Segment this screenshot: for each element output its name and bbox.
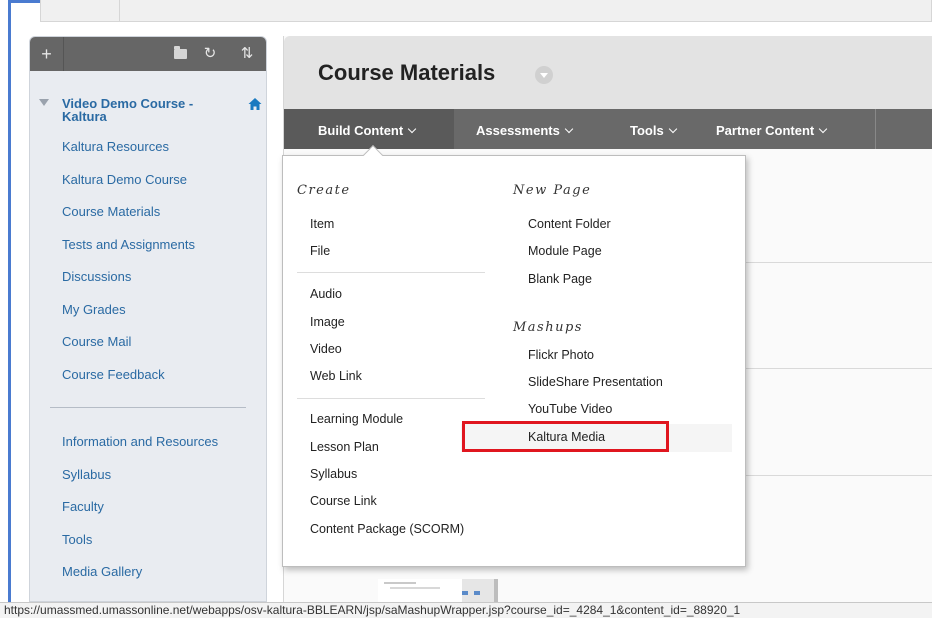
assessments-label: Assessments [476, 123, 560, 138]
build-content-label: Build Content [318, 123, 404, 138]
partner-content-button[interactable]: Partner Content [716, 109, 828, 149]
sidebar-item-tools[interactable]: Tools [30, 524, 266, 557]
window-frame-left [8, 0, 11, 602]
sidebar-item-course-materials[interactable]: Course Materials [30, 196, 266, 229]
course-header: Video Demo Course - Kaltura [30, 71, 266, 131]
sidebar-item-course-feedback[interactable]: Course Feedback [30, 359, 266, 392]
sidebar-item-media-gallery[interactable]: Media Gallery [30, 556, 266, 589]
menu-item-lesson-plan[interactable]: Lesson Plan [310, 440, 379, 454]
create-heading: Create [297, 183, 351, 198]
course-menu-toolbar: + ↻ ⇅ [30, 37, 266, 71]
sidebar-item-discussions[interactable]: Discussions [30, 261, 266, 294]
menu-item-module-page[interactable]: Module Page [528, 244, 602, 258]
action-bar: Build Content Assessments Tools Partner … [284, 109, 932, 149]
sidebar-item-my-grades[interactable]: My Grades [30, 294, 266, 327]
sidebar-item-syllabus[interactable]: Syllabus [30, 459, 266, 492]
chevron-down-icon [407, 124, 417, 134]
build-content-menu: Create Item File Audio Image Video Web L… [282, 145, 746, 567]
chevron-down-icon [818, 124, 828, 134]
action-bar-divider [875, 109, 876, 149]
course-menu-list: Kaltura Resources Kaltura Demo Course Co… [30, 131, 266, 391]
page-header: Course Materials [284, 36, 932, 109]
menu-item-file[interactable]: File [310, 244, 330, 258]
refresh-icon[interactable]: ↻ [198, 37, 222, 71]
sidebar-item-kaltura-demo-course[interactable]: Kaltura Demo Course [30, 164, 266, 197]
assessments-button[interactable]: Assessments [476, 109, 574, 149]
course-menu: + ↻ ⇅ Video Demo Course - Kaltura Kaltur… [29, 36, 267, 602]
menu-item-content-folder[interactable]: Content Folder [528, 217, 611, 231]
chevron-down-icon [668, 124, 677, 134]
menu-item-youtube-video[interactable]: YouTube Video [528, 402, 612, 416]
course-menu-list-secondary: Information and Resources Syllabus Facul… [30, 426, 266, 589]
sidebar-item-kaltura-resources[interactable]: Kaltura Resources [30, 131, 266, 164]
home-icon[interactable] [248, 97, 262, 111]
collapse-arrow-icon[interactable] [39, 99, 49, 106]
sort-icon[interactable]: ⇅ [235, 37, 259, 71]
highlight-box [462, 421, 669, 452]
menu-item-audio[interactable]: Audio [310, 287, 342, 301]
menu-item-content-package[interactable]: Content Package (SCORM) [310, 522, 464, 536]
menu-item-syllabus[interactable]: Syllabus [310, 467, 357, 481]
menu-item-flickr-photo[interactable]: Flickr Photo [528, 348, 594, 362]
build-content-button[interactable]: Build Content [284, 109, 454, 149]
top-bar [40, 0, 932, 22]
menu-item-item[interactable]: Item [310, 217, 334, 231]
menu-item-blank-page[interactable]: Blank Page [528, 272, 592, 286]
chevron-down-icon[interactable] [535, 66, 553, 84]
thumbnail-preview [378, 579, 498, 602]
sidebar-item-information-and-resources[interactable]: Information and Resources [30, 426, 266, 459]
sidebar-item-course-mail[interactable]: Course Mail [30, 326, 266, 359]
sidebar-divider [50, 407, 246, 408]
status-bar-url: https://umassmed.umassonline.net/webapps… [0, 602, 932, 618]
menu-item-image[interactable]: Image [310, 315, 345, 329]
tools-button[interactable]: Tools [630, 109, 677, 149]
mashups-heading: Mashups [513, 320, 583, 335]
menu-item-video[interactable]: Video [310, 342, 342, 356]
course-title[interactable]: Video Demo Course - Kaltura [62, 97, 222, 123]
sidebar-item-tests-and-assignments[interactable]: Tests and Assignments [30, 229, 266, 262]
menu-divider [297, 272, 485, 273]
folder-icon[interactable] [168, 37, 192, 71]
menu-item-course-link[interactable]: Course Link [310, 494, 377, 508]
menu-divider [297, 398, 485, 399]
menu-item-web-link[interactable]: Web Link [310, 369, 362, 383]
tools-label: Tools [630, 123, 664, 138]
menu-item-slideshare-presentation[interactable]: SlideShare Presentation [528, 375, 663, 389]
menu-item-learning-module[interactable]: Learning Module [310, 412, 403, 426]
chevron-down-icon [564, 124, 574, 134]
plus-icon[interactable]: + [30, 37, 64, 71]
partner-content-label: Partner Content [716, 123, 815, 138]
sidebar-item-faculty[interactable]: Faculty [30, 491, 266, 524]
page-title: Course Materials [318, 60, 496, 85]
new-page-heading: New Page [513, 183, 592, 198]
